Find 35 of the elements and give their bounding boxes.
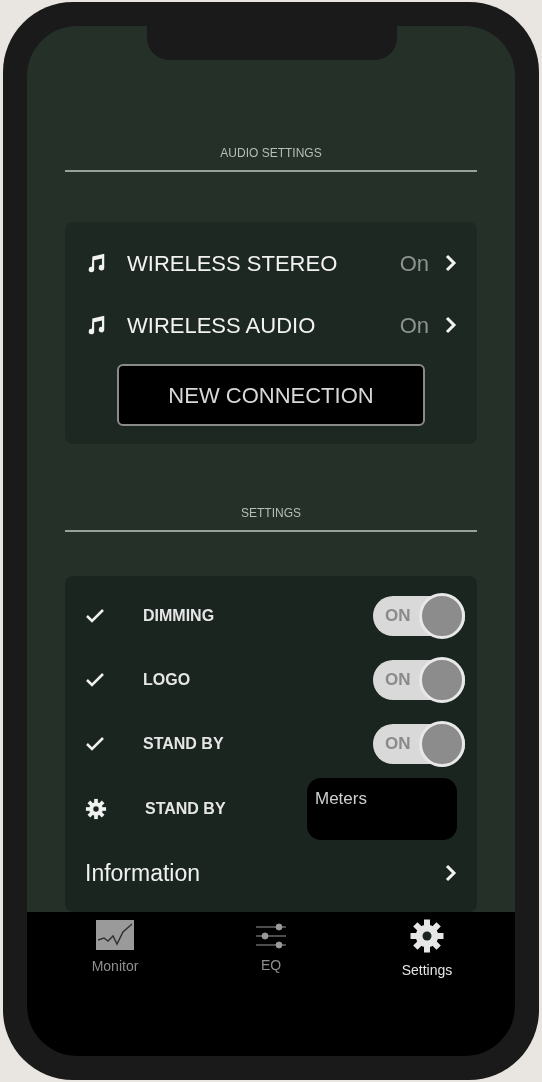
setting-label: DIMMING: [143, 606, 216, 626]
setting-label: WIRELESS AUDIO: [127, 311, 317, 340]
check-icon: [85, 608, 105, 624]
tab[interactable]: Settings: [377, 920, 477, 976]
toggle-text: ON: [385, 733, 411, 756]
audio-setting-row[interactable]: WIRELESS STEREO On: [65, 232, 477, 294]
gear-icon: [409, 918, 445, 954]
sliders-icon: [255, 923, 287, 949]
audio-setting-row[interactable]: WIRELESS AUDIO On: [65, 294, 477, 356]
tab[interactable]: EQ: [221, 920, 321, 976]
setting-label: LOGO: [143, 670, 192, 690]
chevron-right-icon: [445, 864, 457, 882]
setting-label: STAND BY: [143, 734, 225, 754]
check-icon: [85, 672, 105, 688]
check-icon: [85, 736, 105, 752]
chevron-right-icon: [445, 254, 457, 272]
toggle-text: ON: [385, 605, 411, 628]
section-heading: AUDIO SETTINGS: [220, 145, 322, 162]
toggle-text: ON: [385, 669, 411, 692]
dropdown-field[interactable]: Meters: [307, 778, 457, 840]
chevron-right-icon: [445, 316, 457, 334]
new-connection-button[interactable]: NEW CONNECTION: [117, 364, 425, 426]
gear-icon: [85, 798, 107, 820]
setting-value: On: [399, 249, 429, 278]
information-row[interactable]: Information: [65, 842, 477, 904]
toggle-thumb: [419, 721, 465, 767]
section-heading: SETTINGS: [241, 505, 301, 522]
toggle-thumb: [419, 593, 465, 639]
chart-icon: [96, 920, 134, 950]
row-label: Information: [85, 858, 202, 888]
setting-value: On: [399, 311, 429, 340]
toggle-thumb: [419, 657, 465, 703]
setting-label: WIRELESS STEREO: [127, 249, 339, 278]
setting-label: STAND BY: [145, 799, 227, 819]
tab[interactable]: Monitor: [65, 920, 165, 976]
